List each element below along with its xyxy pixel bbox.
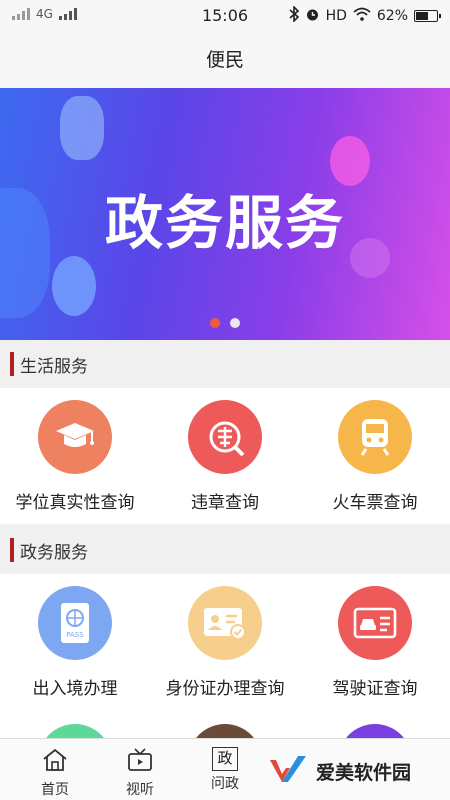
carousel-dot-2[interactable]	[230, 318, 240, 328]
banner-title: 政务服务	[104, 189, 345, 257]
battery-percent: 62%	[376, 8, 408, 24]
status-bar: 4G 15:06 HD 62%	[0, 0, 450, 32]
svg-text:PASS: PASS	[66, 631, 84, 639]
home-icon	[25, 747, 85, 777]
tab-inquiry[interactable]: 政 问政	[195, 747, 255, 793]
service-exit-entry[interactable]: PASS 出入境办理	[0, 586, 150, 699]
battery-icon	[414, 10, 441, 22]
service-label: 身份证办理查询	[165, 679, 285, 699]
tab-label: 视听	[126, 782, 154, 798]
status-right: HD 62%	[289, 5, 441, 26]
section-accent-bar	[10, 352, 14, 376]
service-degree-verification[interactable]: 学位真实性查询	[0, 400, 150, 513]
section-title-life: 生活服务	[20, 357, 88, 377]
watermark: 爱美软件园	[268, 752, 411, 790]
tab-label: 首页	[41, 782, 69, 798]
tab-media[interactable]: 视听	[110, 747, 170, 799]
banner-decoration	[52, 256, 96, 316]
wifi-icon	[353, 7, 371, 25]
battery-fill	[416, 12, 428, 20]
bluetooth-icon	[289, 5, 299, 26]
section-header-life: 生活服务	[0, 340, 450, 388]
carousel-dots	[0, 318, 450, 328]
life-services-grid: 学位真实性查询 违章查询 火车票查询	[0, 388, 450, 524]
watermark-text: 爱美软件园	[316, 761, 412, 784]
driver-license-icon	[338, 586, 412, 660]
service-traffic-violation[interactable]: 违章查询	[150, 400, 300, 513]
service-driver-license[interactable]: 驾驶证查询	[300, 586, 450, 699]
service-label: 违章查询	[191, 493, 259, 513]
tab-home[interactable]: 首页	[25, 747, 85, 799]
alarm-icon	[305, 7, 320, 26]
passport-icon: PASS	[38, 586, 112, 660]
service-label: 学位真实性查询	[15, 493, 135, 513]
tab-label: 问政	[211, 776, 239, 792]
tv-icon	[110, 747, 170, 777]
graduation-cap-icon	[38, 400, 112, 474]
traffic-violation-icon	[188, 400, 262, 474]
service-label: 出入境办理	[32, 679, 118, 699]
carousel-dot-1[interactable]	[210, 318, 220, 328]
service-id-card[interactable]: 身份证办理查询	[150, 586, 300, 699]
gov-services-grid: PASS 出入境办理 身份证办理查询 驾驶证查询	[0, 574, 450, 798]
service-label: 驾驶证查询	[332, 679, 418, 699]
service-train-ticket[interactable]: 火车票查询	[300, 400, 450, 513]
train-icon	[338, 400, 412, 474]
service-label: 火车票查询	[332, 493, 418, 513]
id-card-icon	[188, 586, 262, 660]
banner-decoration	[60, 96, 104, 160]
section-header-gov: 政务服务	[0, 526, 450, 574]
section-accent-bar	[10, 538, 14, 562]
gov-icon: 政	[212, 747, 238, 771]
watermark-logo-icon	[268, 752, 308, 790]
page-title: 便民	[0, 32, 450, 88]
hd-label: HD	[325, 8, 347, 24]
section-title-gov: 政务服务	[20, 543, 88, 563]
